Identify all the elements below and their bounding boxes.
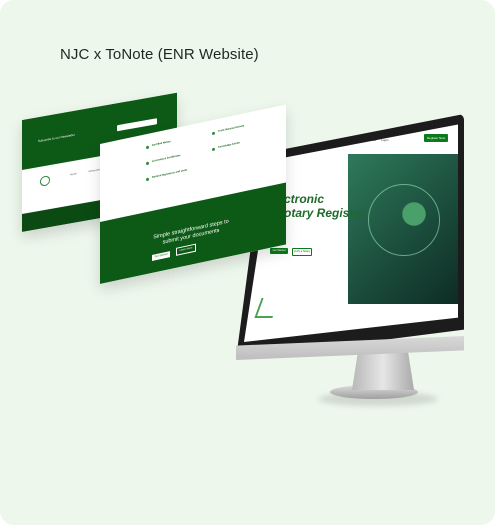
mock-hero-button-secondary: Verify a Notary <box>292 248 312 256</box>
project-card[interactable]: NJC x ToNote (ENR Website) Home Services… <box>0 0 495 525</box>
feature-item: Knowledge Center <box>218 141 240 149</box>
feature-item: Notarial Signatures and seals <box>152 168 188 179</box>
mock-hero-title-line: ctronic <box>284 192 325 206</box>
mock-hero-title: ctronic otary Register <box>284 192 365 220</box>
mock-nav-item: Home <box>304 138 313 142</box>
panel-cta-button-primary: Get Started <box>152 251 170 261</box>
feature-bullet-icon <box>212 147 215 152</box>
monitor-neck <box>352 350 414 390</box>
panel-logo-icon <box>40 175 50 187</box>
feature-item: Certified Notary <box>152 139 171 147</box>
mock-hero-title-line: otary Register <box>284 206 365 220</box>
feature-item: Track Notarial Activity <box>218 124 245 133</box>
panel-footer-link: Home <box>70 172 77 177</box>
panel-newsletter-input <box>117 118 157 132</box>
feature-bullet-icon <box>212 131 215 136</box>
mock-nav-button: Register Now <box>424 134 448 142</box>
feature-bullet-icon <box>146 177 149 182</box>
panel-cta-button-secondary: Learn More <box>176 243 196 256</box>
feature-bullet-icon <box>146 145 149 150</box>
panel-footer-link: Resources <box>88 168 101 174</box>
monitor-mockup: Home Services About Resources Contact Lo… <box>0 0 495 525</box>
mock-hero-image <box>348 154 458 304</box>
feature-item: Licensing & Certificates <box>152 153 181 163</box>
mock-hero-button-primary: Get Started <box>270 248 288 254</box>
feature-bullet-icon <box>146 161 149 166</box>
panel-newsletter-heading: Subscribe to our Newsletter <box>38 132 75 144</box>
